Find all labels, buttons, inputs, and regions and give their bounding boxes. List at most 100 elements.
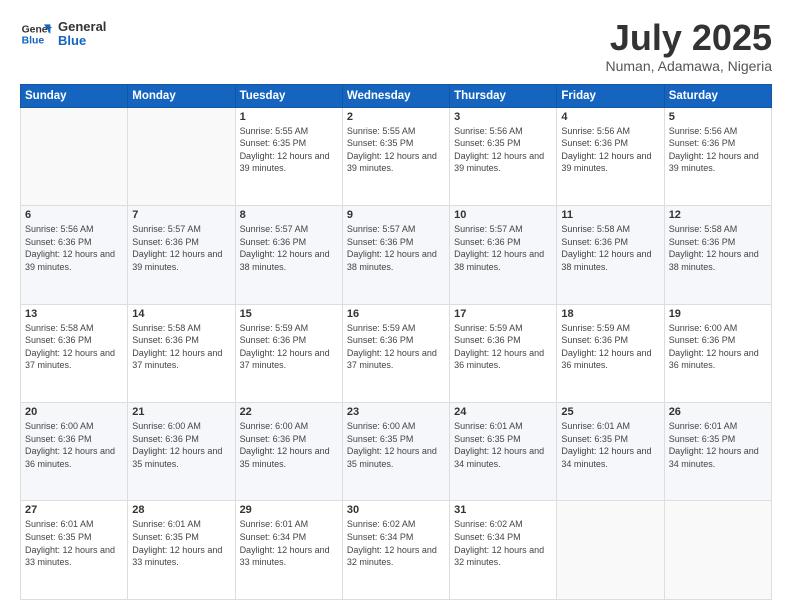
calendar-cell: 25Sunrise: 6:01 AM Sunset: 6:35 PM Dayli… [557,403,664,501]
day-number: 22 [240,406,338,418]
day-info: Sunrise: 6:02 AM Sunset: 6:34 PM Dayligh… [347,518,445,568]
day-number: 16 [347,308,445,320]
calendar-cell [557,501,664,600]
day-info: Sunrise: 6:00 AM Sunset: 6:35 PM Dayligh… [347,420,445,470]
day-info: Sunrise: 6:02 AM Sunset: 6:34 PM Dayligh… [454,518,552,568]
day-number: 19 [669,308,767,320]
day-info: Sunrise: 5:58 AM Sunset: 6:36 PM Dayligh… [669,223,767,273]
day-info: Sunrise: 5:56 AM Sunset: 6:35 PM Dayligh… [454,125,552,175]
logo-line2: Blue [58,34,106,48]
day-number: 25 [561,406,659,418]
day-number: 8 [240,209,338,221]
day-info: Sunrise: 6:01 AM Sunset: 6:35 PM Dayligh… [669,420,767,470]
weekday-header-monday: Monday [128,84,235,107]
calendar-cell: 31 Sunrise: 6:02 AM Sunset: 6:34 PM Dayli… [450,501,557,600]
calendar-cell [128,107,235,205]
weekday-header-sunday: Sunday [21,84,128,107]
day-info: Sunrise: 5:58 AM Sunset: 6:36 PM Dayligh… [561,223,659,273]
weekday-header-thursday: Thursday [450,84,557,107]
day-info: Sunrise: 6:01 AM Sunset: 6:35 PM Dayligh… [132,518,230,568]
day-number: 30 [347,504,445,516]
day-number: 24 [454,406,552,418]
day-number: 18 [561,308,659,320]
calendar-table: SundayMondayTuesdayWednesdayThursdayFrid… [20,84,772,600]
week-row-2: 6Sunrise: 5:56 AM Sunset: 6:36 PM Daylig… [21,206,772,304]
calendar-cell: 9Sunrise: 5:57 AM Sunset: 6:36 PM Daylig… [342,206,449,304]
logo-icon: General Blue [20,18,52,50]
calendar-cell: 18 Sunrise: 5:59 AM Sunset: 6:36 PM Dayli… [557,304,664,402]
day-info: Sunrise: 6:01 AM Sunset: 6:35 PM Dayligh… [454,420,552,470]
month-title: July 2025 [605,18,772,58]
day-info: Sunrise: 6:01 AM Sunset: 6:34 PM Dayligh… [240,518,338,568]
day-info: Sunrise: 5:59 AM Sunset: 6:36 PM Dayligh… [240,322,338,372]
day-number: 10 [454,209,552,221]
day-info: Sunrise: 5:58 AM Sunset: 6:36 PM Dayligh… [132,322,230,372]
calendar-cell: 4 Sunrise: 5:56 AM Sunset: 6:36 PM Daylig… [557,107,664,205]
day-info: Sunrise: 6:00 AM Sunset: 6:36 PM Dayligh… [25,420,123,470]
day-number: 2 [347,111,445,123]
weekday-header-friday: Friday [557,84,664,107]
calendar-cell: 13Sunrise: 5:58 AM Sunset: 6:36 PM Dayli… [21,304,128,402]
day-info: Sunrise: 5:59 AM Sunset: 6:36 PM Dayligh… [347,322,445,372]
weekday-header-wednesday: Wednesday [342,84,449,107]
day-number: 4 [561,111,659,123]
day-number: 7 [132,209,230,221]
calendar-cell: 30 Sunrise: 6:02 AM Sunset: 6:34 PM Dayli… [342,501,449,600]
calendar-cell: 5Sunrise: 5:56 AM Sunset: 6:36 PM Daylig… [664,107,771,205]
page: General Blue General Blue July 2025 Numa… [0,0,792,612]
day-number: 5 [669,111,767,123]
calendar-cell: 1 Sunrise: 5:55 AM Sunset: 6:35 PM Daylig… [235,107,342,205]
week-row-5: 27 Sunrise: 6:01 AM Sunset: 6:35 PM Dayli… [21,501,772,600]
calendar-cell: 6Sunrise: 5:56 AM Sunset: 6:36 PM Daylig… [21,206,128,304]
calendar-cell: 17Sunrise: 5:59 AM Sunset: 6:36 PM Dayli… [450,304,557,402]
day-number: 26 [669,406,767,418]
calendar-cell: 29Sunrise: 6:01 AM Sunset: 6:34 PM Dayli… [235,501,342,600]
week-row-4: 20 Sunrise: 6:00 AM Sunset: 6:36 PM Dayli… [21,403,772,501]
day-number: 14 [132,308,230,320]
day-number: 13 [25,308,123,320]
calendar-cell: 21 Sunrise: 6:00 AM Sunset: 6:36 PM Dayli… [128,403,235,501]
day-number: 23 [347,406,445,418]
day-info: Sunrise: 5:55 AM Sunset: 6:35 PM Dayligh… [240,125,338,175]
calendar-cell: 22Sunrise: 6:00 AM Sunset: 6:36 PM Dayli… [235,403,342,501]
calendar-cell: 24 Sunrise: 6:01 AM Sunset: 6:35 PM Dayli… [450,403,557,501]
calendar-cell: 12 Sunrise: 5:58 AM Sunset: 6:36 PM Dayli… [664,206,771,304]
calendar-cell: 19Sunrise: 6:00 AM Sunset: 6:36 PM Dayli… [664,304,771,402]
calendar-cell: 20 Sunrise: 6:00 AM Sunset: 6:36 PM Dayli… [21,403,128,501]
day-info: Sunrise: 6:01 AM Sunset: 6:35 PM Dayligh… [25,518,123,568]
day-number: 12 [669,209,767,221]
day-number: 27 [25,504,123,516]
calendar-cell: 7Sunrise: 5:57 AM Sunset: 6:36 PM Daylig… [128,206,235,304]
calendar-cell: 26 Sunrise: 6:01 AM Sunset: 6:35 PM Dayli… [664,403,771,501]
title-section: July 2025 Numan, Adamawa, Nigeria [605,18,772,74]
day-info: Sunrise: 5:57 AM Sunset: 6:36 PM Dayligh… [454,223,552,273]
location-subtitle: Numan, Adamawa, Nigeria [605,58,772,74]
day-info: Sunrise: 5:57 AM Sunset: 6:36 PM Dayligh… [240,223,338,273]
day-info: Sunrise: 5:59 AM Sunset: 6:36 PM Dayligh… [454,322,552,372]
day-info: Sunrise: 5:59 AM Sunset: 6:36 PM Dayligh… [561,322,659,372]
calendar-cell: 15 Sunrise: 5:59 AM Sunset: 6:36 PM Dayli… [235,304,342,402]
week-row-1: 1 Sunrise: 5:55 AM Sunset: 6:35 PM Daylig… [21,107,772,205]
day-number: 21 [132,406,230,418]
calendar-cell: 14 Sunrise: 5:58 AM Sunset: 6:36 PM Dayli… [128,304,235,402]
day-info: Sunrise: 5:56 AM Sunset: 6:36 PM Dayligh… [561,125,659,175]
day-number: 1 [240,111,338,123]
day-number: 15 [240,308,338,320]
calendar-cell: 28 Sunrise: 6:01 AM Sunset: 6:35 PM Dayli… [128,501,235,600]
calendar-cell: 3 Sunrise: 5:56 AM Sunset: 6:35 PM Daylig… [450,107,557,205]
weekday-header-saturday: Saturday [664,84,771,107]
day-info: Sunrise: 5:55 AM Sunset: 6:35 PM Dayligh… [347,125,445,175]
day-number: 3 [454,111,552,123]
calendar-cell: 27 Sunrise: 6:01 AM Sunset: 6:35 PM Dayli… [21,501,128,600]
week-row-3: 13 Sunrise: 5:58 AM Sunset: 6:36 PM Dayli… [21,304,772,402]
day-number: 11 [561,209,659,221]
weekday-header-row: SundayMondayTuesdayWednesdayThursdayFrid… [21,84,772,107]
calendar-cell: 23 Sunrise: 6:00 AM Sunset: 6:35 PM Dayli… [342,403,449,501]
svg-text:Blue: Blue [22,36,45,47]
calendar-cell: 2 Sunrise: 5:55 AM Sunset: 6:35 PM Daylig… [342,107,449,205]
day-info: Sunrise: 6:00 AM Sunset: 6:36 PM Dayligh… [132,420,230,470]
day-number: 20 [25,406,123,418]
calendar-cell: 8 Sunrise: 5:57 AM Sunset: 6:36 PM Daylig… [235,206,342,304]
day-number: 28 [132,504,230,516]
day-number: 31 [454,504,552,516]
